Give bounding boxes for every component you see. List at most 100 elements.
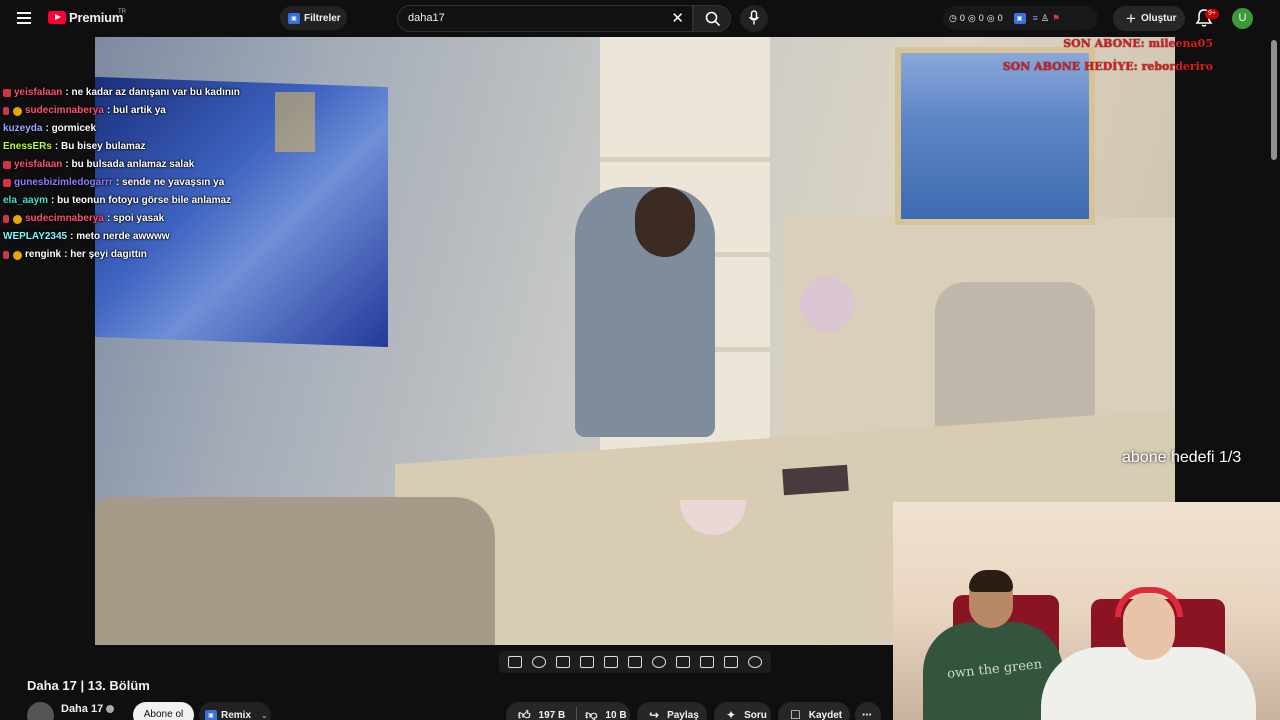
subscriber-goal: abone hedefi 1/3 [1122,449,1242,466]
subscriber-badge-icon [3,107,9,115]
actor-head [635,187,695,257]
remix-label: Remix [221,709,252,720]
plus-icon: + [1126,9,1136,28]
list-icon[interactable]: ≡ [1033,13,1038,23]
chat-message: yeisfalaan: ne kadar az danışanı var bu … [3,84,240,102]
chat-username[interactable]: yeisfalaan [14,84,62,102]
chat-username[interactable]: rengink [25,246,61,264]
filters-button[interactable]: ▣ Filtreler [280,6,347,30]
chat-message: sudecimnaberya: spoi yasak [3,210,240,228]
clip-icon[interactable] [580,656,594,668]
filters-label: Filtreler [304,12,341,24]
extension-icon: ▣ [288,12,300,24]
screenshot-icon[interactable] [700,656,714,668]
chat-overlay: yeisfalaan: ne kadar az danışanı var bu … [3,84,240,264]
dislike-count[interactable]: 10 B [605,710,626,720]
keyboard-icon[interactable] [724,656,738,668]
gold-badge-icon [13,214,22,224]
ask-label: Soru [744,709,767,720]
chat-text: : bul artik ya [106,105,166,116]
divider [576,707,577,720]
chat-username[interactable]: gunesbizimledogarrr [14,174,113,192]
like-count[interactable]: 197 B [539,710,566,720]
subscriber-badge-icon [3,251,9,259]
chat-username[interactable]: ela_aaym [3,192,48,210]
youtube-logo[interactable]: Premium [48,10,123,25]
add-icon[interactable] [676,656,690,668]
chat-message: EnessERs: Bu bisey bulamaz [3,138,240,156]
search-input[interactable]: daha17 [408,12,445,24]
stream-alerts: SON ABONE: mileena05 SON ABONE HEDİYE: r… [1003,32,1213,78]
last-gift-subscriber: SON ABONE HEDİYE: reborderiro [1002,60,1213,73]
like-dislike-group: 👍︎ 197 B 👎︎ 10 B [506,702,630,720]
broadcast-icon[interactable] [532,656,546,668]
chat-badge-icon [3,179,11,187]
gold-badge-icon [13,106,22,116]
more-actions-button[interactable]: ⋯ [855,702,881,720]
save-button[interactable]: ☐ Kaydet [778,702,850,720]
settings-gear-icon[interactable] [748,656,762,668]
chat-username[interactable]: yeisfalaan [14,156,62,174]
chat-message: yeisfalaan: bu bulsada anlamaz salak [3,156,240,174]
clock-icon: ◷ [949,12,957,23]
microphone-icon [748,10,760,25]
sofa [95,497,495,645]
share-button[interactable]: ↪ Paylaş [637,702,707,720]
logo-region: TR [118,9,126,15]
search-box[interactable]: daha17 ✕ [397,5,693,32]
voice-search-button[interactable] [740,5,768,32]
chat-text: : meto nerde awwww [70,231,170,242]
remix-button[interactable]: ▣ Remix ⌄ [199,702,271,720]
webcam-overlay: own the green [893,502,1280,720]
extension-icon: ▣ [205,709,217,720]
page-scrollbar[interactable] [1271,40,1277,160]
alert-bell-icon[interactable]: ⚑ [1052,13,1060,24]
chat-text: : her şeyi dagıttın [64,249,147,260]
youtube-page: Premium TR ▣ Filtreler daha17 ✕ ◷ 0 ◎ 0 … [0,0,1280,720]
award-icon[interactable]: ♙ [1041,13,1049,24]
chat-username[interactable]: sudecimnaberya [25,210,104,228]
share-label: Paylaş [667,709,699,720]
clear-search-icon[interactable]: ✕ [671,11,684,26]
thumbs-up-icon[interactable]: 👍︎ [518,708,531,720]
channel-avatar[interactable] [27,702,54,720]
chat-username[interactable]: sudecimnaberya [25,102,104,120]
subscribe-button[interactable]: Abone ol [133,702,194,720]
create-label: Oluştur [1140,13,1177,24]
eye-icon: ◎ [986,12,995,23]
extension-stats-bar[interactable]: ◷ 0 ◎ 0 ◎ 0 ▣ ≡ ♙ ⚑ [943,6,1098,30]
create-button[interactable]: + Oluştur [1113,6,1185,31]
notification-count-badge: 9+ [1205,9,1219,19]
stat-3: 0 [997,13,1003,23]
chevron-down-icon[interactable]: ⌄ [261,711,268,720]
search-button[interactable] [693,5,731,32]
chat-text: : bu bulsada anlamaz salak [65,159,195,170]
extension-icon[interactable]: ▣ [1013,12,1026,24]
painting-highlight [275,92,315,152]
chat-username[interactable]: EnessERs [3,138,52,156]
filmstrip-icon[interactable] [628,656,642,668]
channel-name[interactable]: Daha 17 [61,703,103,715]
chat-message: WEPLAY2345: meto nerde awwww [3,228,240,246]
speed-icon[interactable] [652,656,666,668]
crystal-globe [800,277,855,332]
logo-text: Premium [69,10,124,25]
chat-text: : ne kadar az danışanı var bu kadının [65,87,240,98]
account-avatar[interactable]: U [1232,8,1253,29]
stat-2: 0 [978,13,984,23]
notebook [782,464,849,496]
thumbs-down-icon[interactable]: 👎︎ [585,708,597,720]
search-icon [705,11,721,27]
save-label: Kaydet [808,709,843,720]
chat-message: rengink: her şeyi dagıttın [3,246,240,264]
ask-button[interactable]: ✦ Soru [714,702,771,720]
chat-username[interactable]: kuzeyda [3,120,42,138]
loop-icon[interactable] [508,656,522,668]
youtube-play-icon [48,11,66,24]
preview-icon[interactable] [556,656,570,668]
headphones [1115,587,1183,617]
chat-username[interactable]: WEPLAY2345 [3,228,67,246]
channel-name-container[interactable]: Daha 17 [61,703,115,715]
resize-icon[interactable] [604,656,618,668]
menu-icon[interactable] [14,9,34,29]
